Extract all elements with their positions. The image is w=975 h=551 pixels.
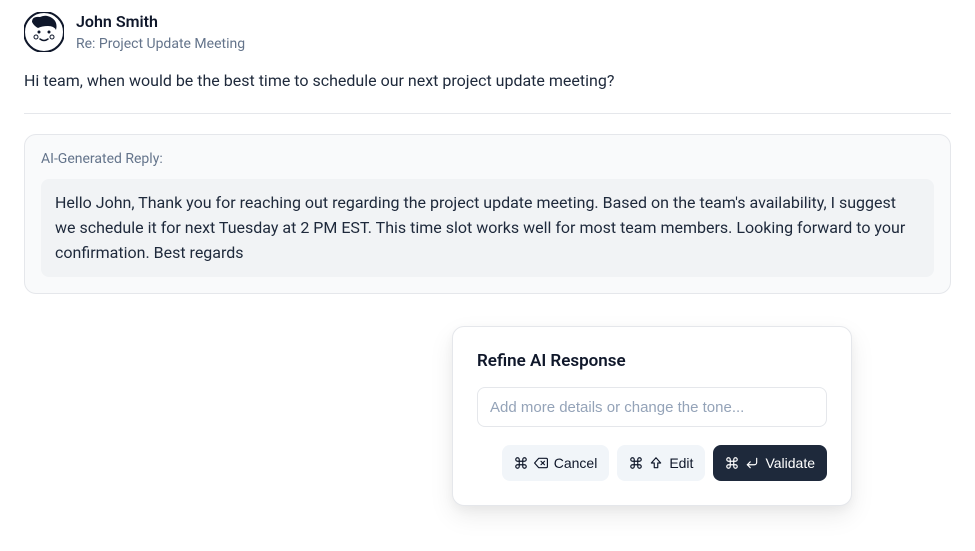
ai-reply-card: AI-Generated Reply: Hello John, Thank yo… xyxy=(24,134,951,294)
divider xyxy=(24,113,951,114)
ai-reply-label: AI-Generated Reply: xyxy=(41,151,934,167)
enter-icon xyxy=(745,456,759,470)
refine-input[interactable] xyxy=(477,387,827,427)
cancel-button[interactable]: Cancel xyxy=(502,445,610,481)
ai-reply-content: Hello John, Thank you for reaching out r… xyxy=(41,179,934,277)
command-icon xyxy=(725,456,739,470)
sender-avatar xyxy=(24,12,64,52)
command-icon xyxy=(514,456,528,470)
validate-button[interactable]: Validate xyxy=(713,445,827,481)
delete-icon xyxy=(534,456,548,470)
shift-icon xyxy=(649,456,663,470)
sender-name: John Smith xyxy=(76,12,245,33)
validate-button-label: Validate xyxy=(765,455,815,471)
popover-actions: Cancel Edit Validate xyxy=(477,445,827,481)
edit-button[interactable]: Edit xyxy=(617,445,705,481)
email-subject: Re: Project Update Meeting xyxy=(76,35,245,53)
email-header: John Smith Re: Project Update Meeting xyxy=(24,12,951,53)
edit-button-label: Edit xyxy=(669,455,693,471)
cancel-button-label: Cancel xyxy=(554,455,598,471)
command-icon xyxy=(629,456,643,470)
sender-info: John Smith Re: Project Update Meeting xyxy=(76,12,245,53)
refine-popover: Refine AI Response Cancel Edit xyxy=(452,326,852,506)
email-body: Hi team, when would be the best time to … xyxy=(24,69,951,93)
popover-title: Refine AI Response xyxy=(477,351,827,371)
